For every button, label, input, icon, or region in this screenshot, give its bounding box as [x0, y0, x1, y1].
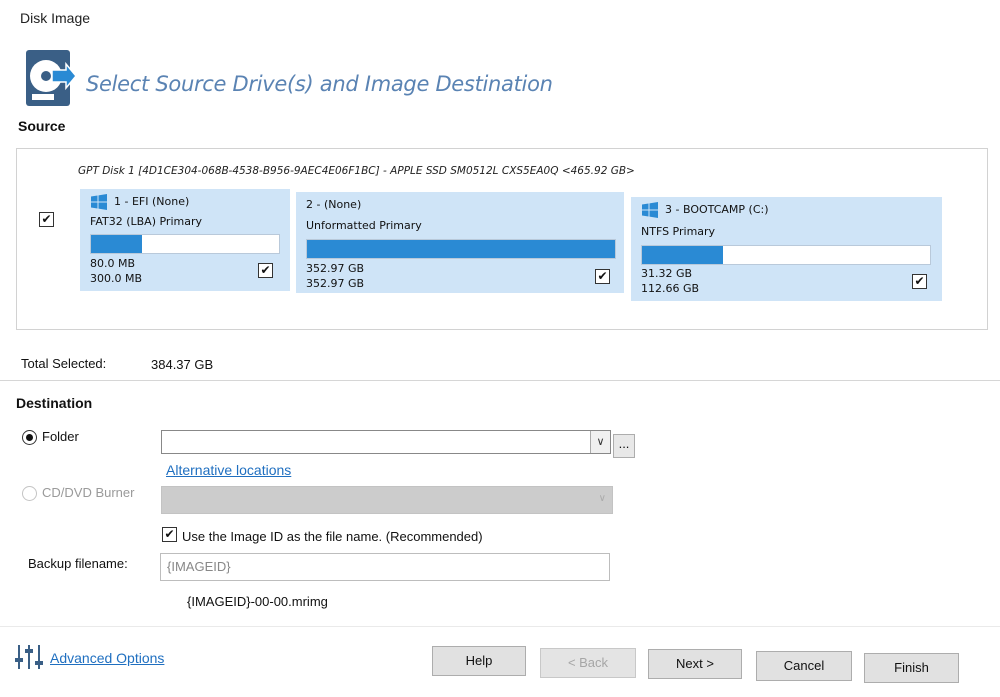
partition-name: 2 - (None) — [306, 198, 362, 211]
partition-total: 352.97 GB — [306, 277, 365, 290]
backup-filename-input[interactable]: {IMAGEID} — [160, 553, 610, 581]
sliders-icon[interactable] — [14, 643, 44, 671]
back-button[interactable]: < Back — [540, 648, 636, 678]
partition-3-checkbox[interactable]: ✔ — [912, 274, 927, 289]
window-title: Disk Image — [20, 10, 91, 26]
partition-usage-fill — [642, 246, 723, 264]
disk-select-checkbox[interactable]: ✔ — [39, 212, 54, 227]
section-divider — [0, 380, 1000, 381]
partition-usage-bar — [306, 239, 616, 259]
partition-usage-fill — [91, 235, 142, 253]
cancel-button[interactable]: Cancel — [756, 651, 852, 681]
chevron-down-icon: ∨ — [598, 493, 606, 504]
partition-type: Unformatted Primary — [306, 219, 422, 232]
disk-image-icon — [26, 50, 77, 106]
folder-combobox[interactable] — [161, 430, 611, 454]
cd-dvd-label: CD/DVD Burner — [42, 485, 135, 500]
filename-preview: {IMAGEID}-00-00.mrimg — [187, 594, 328, 609]
windows-logo-icon — [91, 194, 107, 210]
total-selected-value: 384.37 GB — [151, 357, 214, 372]
finish-button[interactable]: Finish — [864, 653, 959, 683]
cd-dvd-combobox[interactable]: ∨ — [161, 486, 613, 514]
use-image-id-label: Use the Image ID as the file name. (Reco… — [182, 529, 483, 544]
footer-separator — [0, 626, 1000, 627]
windows-logo-icon — [642, 202, 658, 218]
use-image-id-checkbox[interactable]: ✔ — [162, 527, 177, 542]
partition-total: 112.66 GB — [641, 282, 700, 295]
partition-total: 300.0 MB — [90, 272, 143, 285]
partition-name: 3 - BOOTCAMP (C:) — [665, 203, 769, 216]
browse-folder-button[interactable]: ... — [613, 434, 635, 458]
partition-usage-bar — [90, 234, 280, 254]
partition-3[interactable]: 3 - BOOTCAMP (C:) NTFS Primary 31.32 GB … — [631, 197, 942, 301]
source-section-label: Source — [18, 118, 66, 134]
partition-usage-bar — [641, 245, 931, 265]
help-button[interactable]: Help — [432, 646, 526, 676]
partition-2[interactable]: 2 - (None) Unformatted Primary 352.97 GB… — [296, 192, 624, 293]
partition-name: 1 - EFI (None) — [114, 195, 190, 208]
alternative-locations-link[interactable]: Alternative locations — [166, 462, 291, 478]
partition-used: 80.0 MB — [90, 257, 136, 270]
partition-type: FAT32 (LBA) Primary — [90, 215, 202, 228]
partition-1-checkbox[interactable]: ✔ — [258, 263, 273, 278]
folder-label: Folder — [42, 429, 79, 444]
partition-usage-fill — [307, 240, 615, 258]
partition-used: 352.97 GB — [306, 262, 365, 275]
folder-radio[interactable] — [22, 430, 37, 445]
partition-used: 31.32 GB — [641, 267, 693, 280]
advanced-options-link[interactable]: Advanced Options — [50, 650, 164, 666]
next-button[interactable]: Next > — [648, 649, 742, 679]
page-title: Select Source Drive(s) and Image Destina… — [86, 72, 553, 96]
folder-dropdown-button[interactable]: ∨ — [590, 431, 610, 453]
disk-label: GPT Disk 1 [4D1CE304-068B-4538-B956-9AEC… — [78, 165, 635, 177]
cd-dvd-radio[interactable] — [22, 486, 37, 501]
partition-type: NTFS Primary — [641, 225, 716, 238]
destination-section-label: Destination — [16, 395, 93, 411]
partition-1[interactable]: 1 - EFI (None) FAT32 (LBA) Primary 80.0 … — [80, 189, 290, 291]
total-selected-label: Total Selected: — [21, 356, 107, 371]
backup-filename-label: Backup filename: — [28, 556, 128, 571]
partition-2-checkbox[interactable]: ✔ — [595, 269, 610, 284]
